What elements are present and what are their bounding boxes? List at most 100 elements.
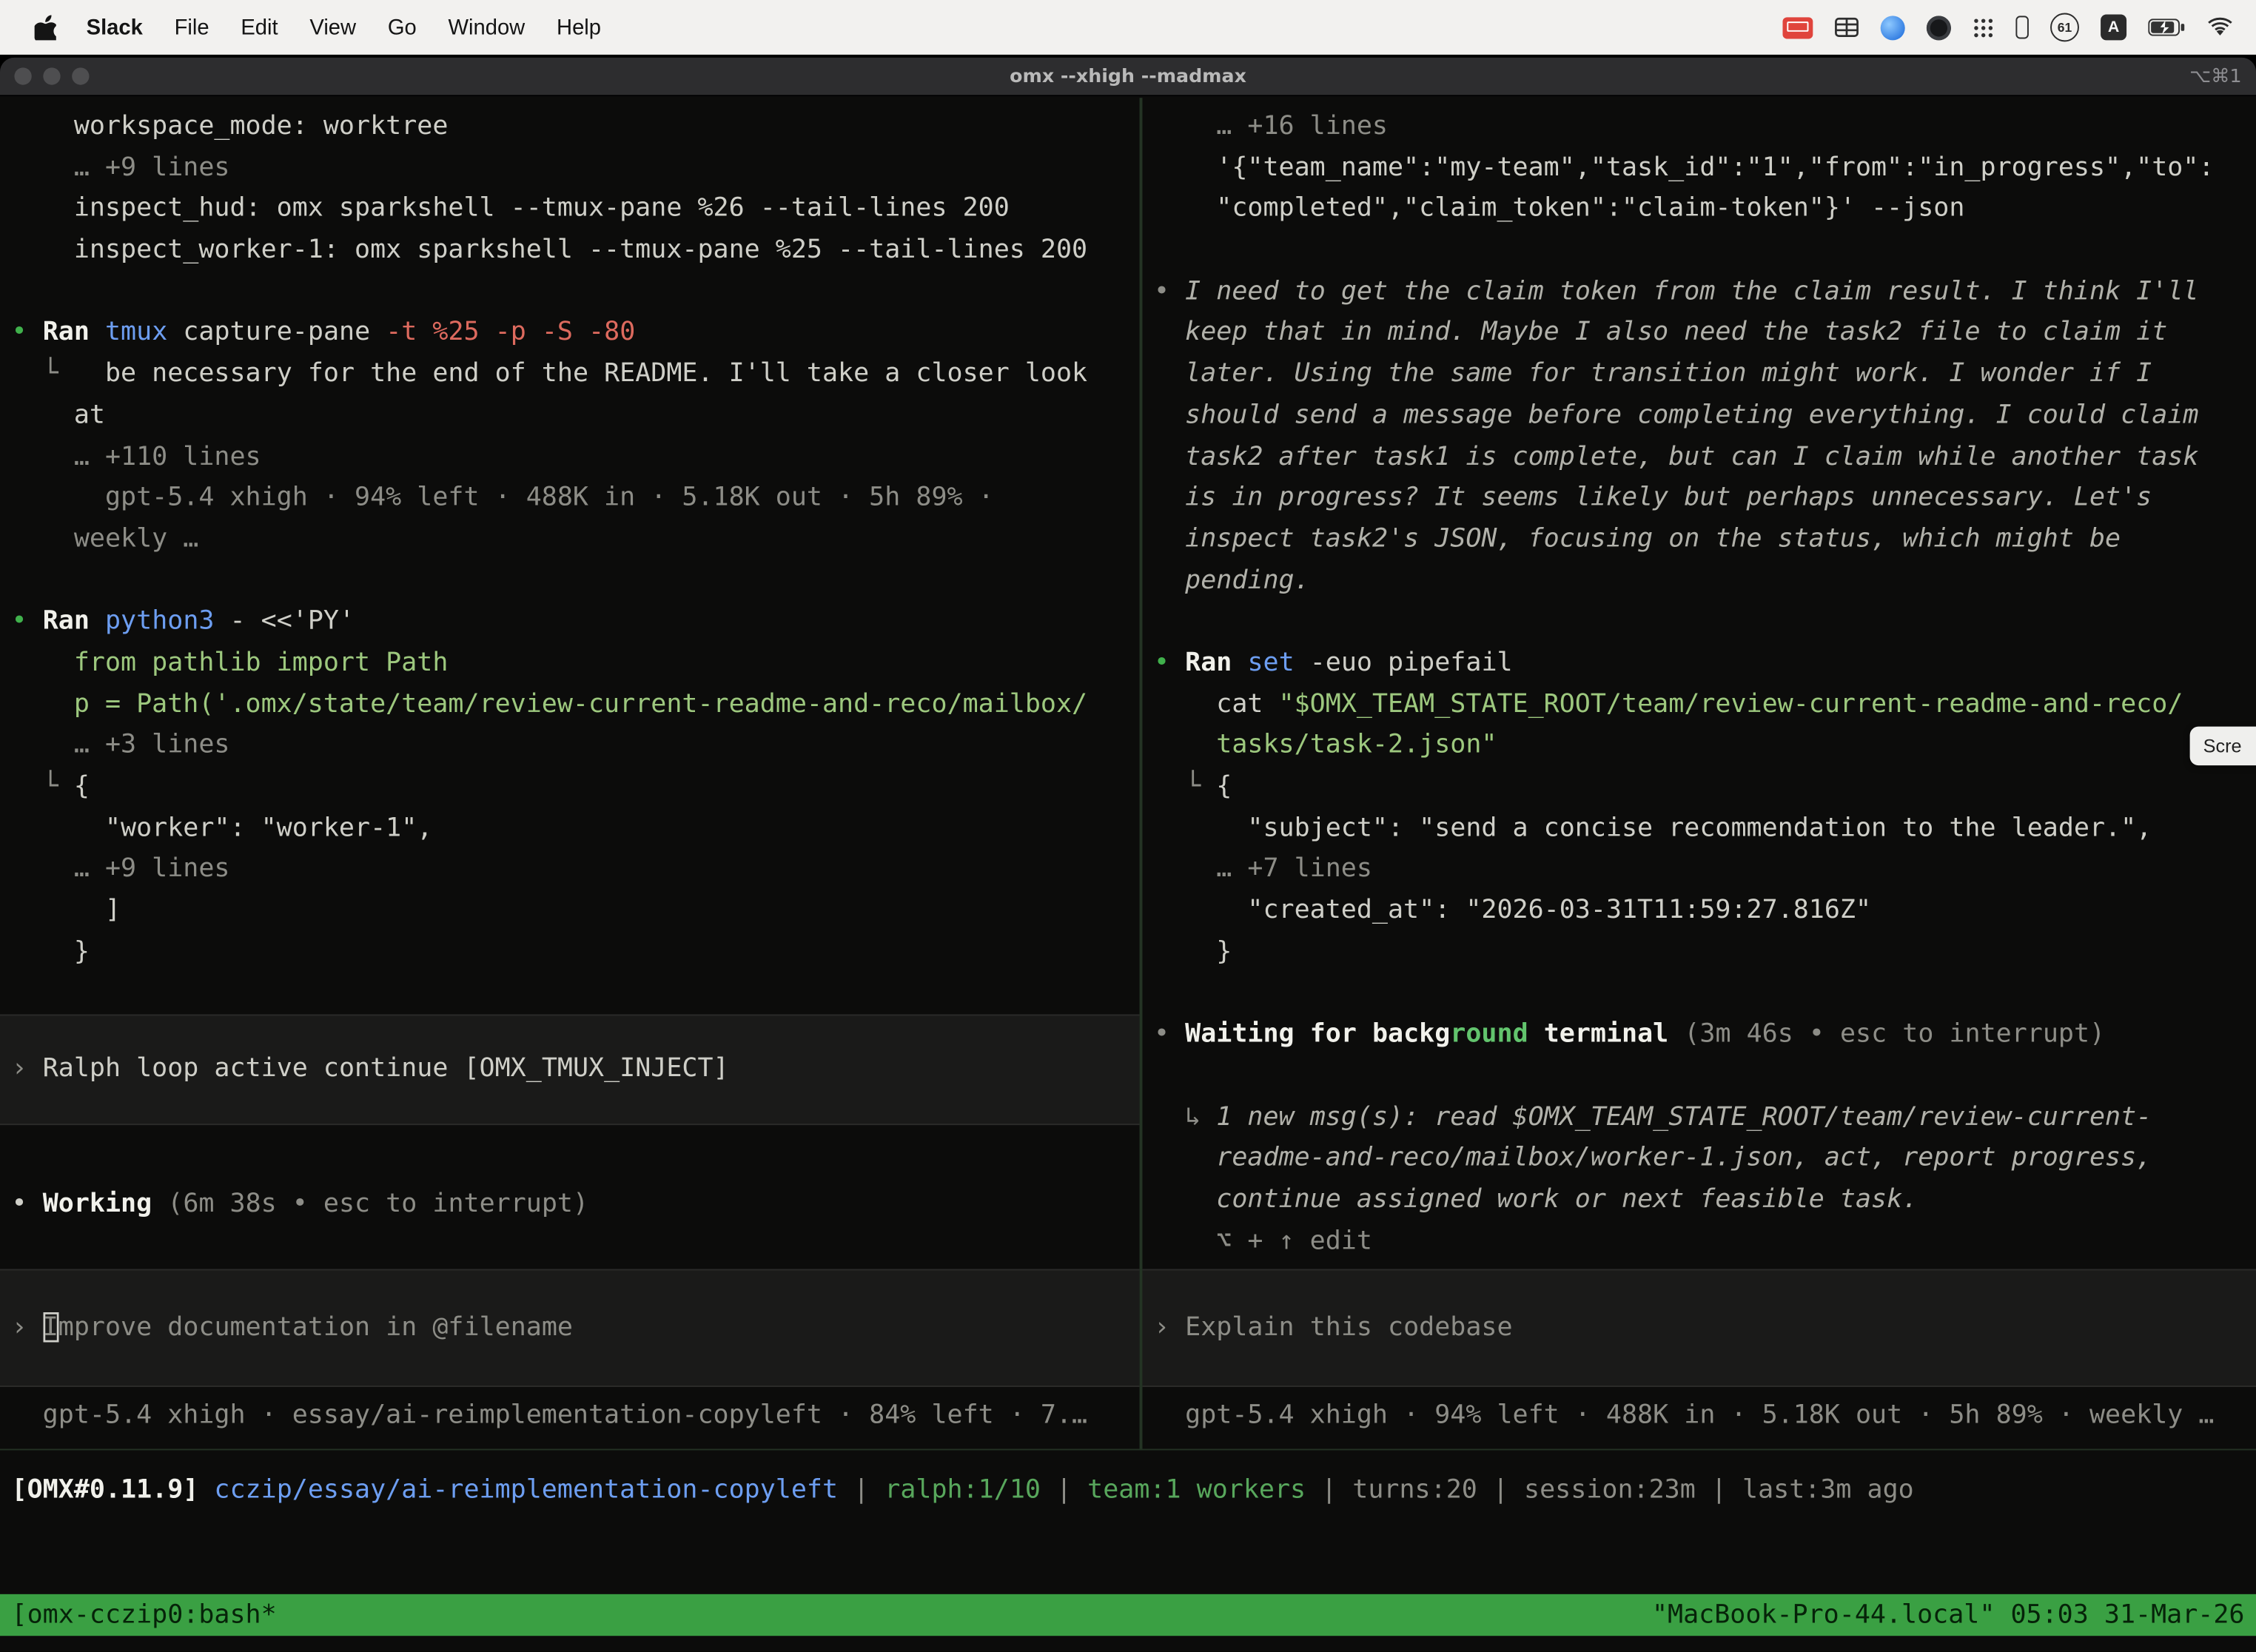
terminal-line: [0, 1142, 1140, 1183]
terminal-line: is in progress? It seems likely but perh…: [1142, 478, 2256, 520]
text-segment: be necessary for the end of the README. …: [105, 358, 1087, 389]
menu-item-window[interactable]: Window: [432, 15, 540, 39]
text-segment: inspect_hud: omx sparkshell --tmux-pane …: [12, 193, 1010, 224]
prompt-input[interactable]: › Explain this codebase: [1142, 1269, 2256, 1388]
inject-banner[interactable]: › Ralph loop active continue [OMX_TMUX_I…: [0, 1015, 1140, 1125]
reply-arrow: ↳: [1154, 1101, 1216, 1132]
text-segment: - <<'PY': [214, 606, 355, 637]
text-segment: Waiting for backg: [1185, 1019, 1450, 1050]
battery-icon[interactable]: [2148, 19, 2186, 36]
terminal-line: • Ran tmux capture-pane -t %25 -p -S -80: [0, 313, 1140, 355]
terminal-line: continue assigned work or next feasible …: [1142, 1180, 2256, 1221]
menu-item-file[interactable]: File: [158, 15, 225, 39]
text-segment: inspect task2's JSON, focusing on the st…: [1185, 523, 2121, 554]
apple-menu[interactable]: [20, 14, 70, 40]
text-segment: … +3 lines: [12, 730, 230, 760]
text-segment: at: [12, 400, 105, 430]
text-segment: pending.: [1185, 565, 1310, 595]
terminal-line: }: [1142, 932, 2256, 973]
menu-item-view[interactable]: View: [294, 15, 372, 39]
menu-item-go[interactable]: Go: [372, 15, 432, 39]
right-pane-bottom: › Explain this codebase gpt-5.4 xhigh · …: [1142, 1269, 2256, 1437]
terminal-window: omx --xhigh --madmax ⌥⌘1 workspace_mode:…: [0, 58, 2256, 1652]
text-segment: [1154, 565, 1185, 595]
omx-session-time: session:23m: [1524, 1474, 1696, 1505]
minimize-button[interactable]: [43, 67, 60, 84]
screenshot-notification[interactable]: Scre: [2190, 727, 2256, 765]
omx-status-line: [OMX#0.11.9] cczip/essay/ai-reimplementa…: [0, 1471, 2256, 1512]
terminal-line: ↳ 1 new msg(s): read $OMX_TEAM_STATE_ROO…: [1142, 1097, 2256, 1138]
terminal-line: weekly …: [0, 520, 1140, 561]
text-segment: ⌥ + ↑ edit: [1154, 1225, 1372, 1255]
text-segment: terminal: [1528, 1019, 1669, 1050]
run-bullet: •: [1154, 648, 1185, 678]
blue-app-icon[interactable]: [1881, 15, 1905, 39]
menu-item-help[interactable]: Help: [541, 15, 617, 39]
text-segment: "$OMX_TEAM_STATE_ROOT/team/review-curren…: [1279, 688, 2183, 719]
text-segment: [1154, 441, 1185, 471]
window-shortcut-hint: ⌥⌘1: [2189, 58, 2241, 95]
text-segment: [1232, 648, 1247, 678]
left-pane-scroll: workspace_mode: worktree … +9 lines insp…: [0, 107, 1140, 1225]
window-grid-icon[interactable]: [1834, 17, 1859, 37]
terminal-line: › Improve documentation in @filename: [0, 1307, 1140, 1349]
close-button[interactable]: [14, 67, 31, 84]
screen: Slack File Edit View Go Window Help 61 A: [0, 0, 2256, 1652]
waiting-bullet: •: [1154, 1019, 1185, 1050]
terminal-line: [1142, 973, 2256, 1015]
terminal-line: gpt-5.4 xhigh · 94% left · 488K in · 5.1…: [1142, 1396, 2256, 1437]
terminal-line: tasks/task-2.json": [1142, 725, 2256, 767]
omx-ralph-count: ralph:1/10: [884, 1474, 1041, 1505]
text-segment: (6m 38s • esc to interrupt): [167, 1188, 588, 1218]
text-segment: └: [12, 771, 74, 802]
prompt-input[interactable]: › Improve documentation in @filename: [0, 1269, 1140, 1388]
menu-app-name[interactable]: Slack: [70, 15, 158, 39]
tmux-session-info: [omx-cczip0:bash*: [12, 1600, 277, 1631]
text-segment: '{"team_name":"my-team","task_id":"1","f…: [1154, 152, 2215, 182]
battery-percent-badge[interactable]: 61: [2050, 13, 2079, 41]
text-segment: "completed","claim_token":"claim-token"}…: [1154, 193, 1964, 224]
menu-item-edit[interactable]: Edit: [225, 15, 294, 39]
terminal-line: from pathlib import Path: [0, 643, 1140, 685]
text-segment: |: [1306, 1474, 1352, 1505]
dots-grid-icon[interactable]: [1973, 16, 1994, 38]
prompt-chevron: ›: [12, 1312, 43, 1342]
terminal-line: [0, 272, 1140, 313]
input-source-icon[interactable]: A: [2101, 14, 2126, 40]
text-segment: later. Using the same for transition mig…: [1185, 358, 2152, 389]
right-pane[interactable]: … +16 lines '{"team_name":"my-team","tas…: [1142, 98, 2256, 1448]
window-title: omx --xhigh --madmax: [1010, 65, 1246, 87]
text-segment: from pathlib import Path: [12, 648, 449, 678]
text-segment: Ran: [1185, 648, 1232, 678]
left-pane[interactable]: workspace_mode: worktree … +9 lines insp…: [0, 98, 1140, 1448]
text-segment: … +9 lines: [12, 853, 230, 884]
display-pill-icon[interactable]: [2015, 16, 2028, 38]
text-segment: cat: [1154, 688, 1279, 719]
stop-recording-icon[interactable]: [1782, 16, 1813, 38]
text-segment: 1 new msg(s): read $OMX_TEAM_STATE_ROOT/…: [1216, 1101, 2152, 1132]
text-segment: "created_at": "2026-03-31T11:59:27.816Z": [1154, 895, 1871, 925]
terminal-line: • Ran python3 - <<'PY': [0, 602, 1140, 643]
wifi-icon[interactable]: [2207, 17, 2233, 37]
text-segment: inspect_worker-1: omx sparkshell --tmux-…: [12, 235, 1088, 265]
working-status: • Working (6m 38s • esc to interrupt): [0, 1142, 1140, 1225]
terminal-line: should send a message before completing …: [1142, 395, 2256, 437]
dark-app-icon[interactable]: [1927, 15, 1951, 39]
text-segment: {: [1216, 771, 1232, 802]
text-segment: continue assigned work or next feasible …: [1216, 1184, 1918, 1215]
text-segment: Ralph loop active continue [OMX_TMUX_INJ…: [43, 1053, 729, 1084]
menu-bar-status-icons: 61 A: [1782, 13, 2256, 41]
menu-bar: Slack File Edit View Go Window Help 61 A: [0, 0, 2256, 55]
terminal-line: … +3 lines: [0, 725, 1140, 767]
terminal-line: [1142, 602, 2256, 643]
text-segment: (3m 46s • esc to interrupt): [1684, 1019, 2105, 1050]
terminal-line: › Ralph loop active continue [OMX_TMUX_I…: [0, 1049, 1140, 1090]
text-segment: Ran: [43, 318, 90, 348]
terminal-line: … +9 lines: [0, 850, 1140, 891]
title-bar[interactable]: omx --xhigh --madmax ⌥⌘1: [0, 58, 2256, 96]
terminal-line: at: [0, 395, 1140, 437]
text-segment: should send a message before completing …: [1185, 400, 2198, 430]
thinking-bullet: •: [1154, 276, 1185, 306]
zoom-button[interactable]: [72, 67, 89, 84]
text-segment: [90, 318, 105, 348]
